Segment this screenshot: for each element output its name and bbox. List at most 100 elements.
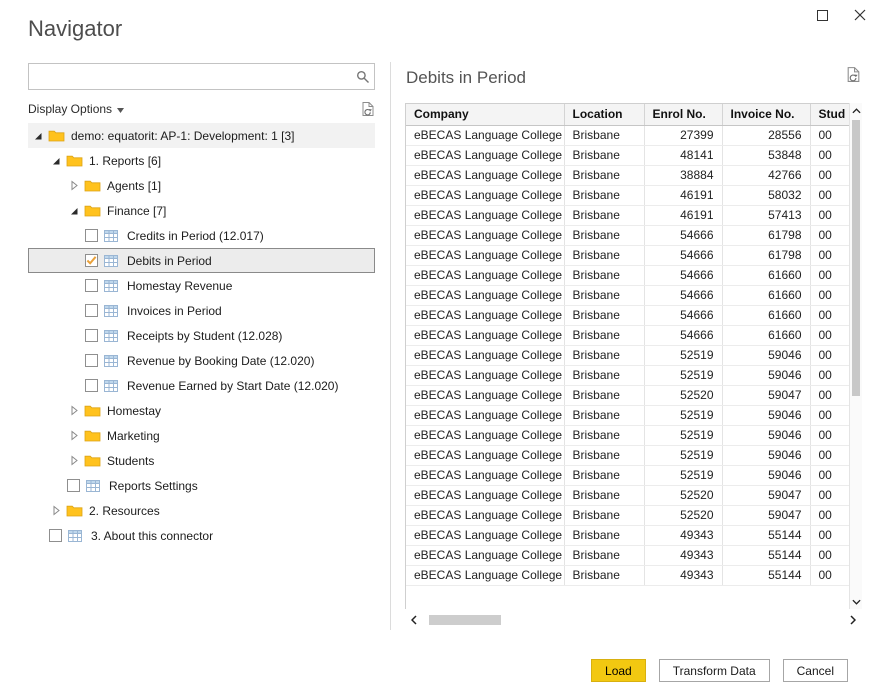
horizontal-scrollbar[interactable] (405, 611, 862, 629)
expand-icon[interactable] (67, 430, 81, 441)
checkbox[interactable] (85, 354, 98, 367)
tree-item-agents-1[interactable]: Agents [1] (28, 173, 375, 198)
checkbox[interactable] (85, 379, 98, 392)
scroll-right-icon[interactable] (844, 611, 862, 629)
refresh-icon[interactable] (361, 101, 375, 117)
tree-item-2-resources[interactable]: 2. Resources (28, 498, 375, 523)
search-icon[interactable] (352, 70, 374, 84)
table-cell: 00 (810, 425, 850, 445)
tree-item-marketing[interactable]: Marketing (28, 423, 375, 448)
horizontal-scroll-track[interactable] (423, 615, 844, 625)
table-cell: eBECAS Language College (406, 265, 564, 285)
table-cell: 00 (810, 405, 850, 425)
tree-item-label: Revenue Earned by Start Date (12.020) (127, 379, 338, 393)
table-cell: 52519 (644, 405, 722, 425)
vertical-scrollbar[interactable] (849, 103, 862, 609)
table-cell: 00 (810, 325, 850, 345)
tree-item-revenue-earned-by-start-date-12-020[interactable]: Revenue Earned by Start Date (12.020) (28, 373, 375, 398)
scroll-down-icon[interactable] (850, 594, 862, 609)
table-row: eBECAS Language CollegeBrisbane546666166… (406, 265, 850, 285)
tree-item-label: Receipts by Student (12.028) (127, 329, 282, 343)
checkbox[interactable] (85, 229, 98, 242)
table-cell: Brisbane (564, 485, 644, 505)
vertical-scroll-track[interactable] (850, 118, 862, 594)
checkbox[interactable] (85, 279, 98, 292)
tree-item-1-reports-6[interactable]: 1. Reports [6] (28, 148, 375, 173)
table-row: eBECAS Language CollegeBrisbane461915741… (406, 205, 850, 225)
table-cell: 59046 (722, 465, 810, 485)
expand-icon[interactable] (67, 405, 81, 416)
table-row: eBECAS Language CollegeBrisbane493435514… (406, 525, 850, 545)
cancel-button[interactable]: Cancel (783, 659, 848, 682)
table-cell: 57413 (722, 205, 810, 225)
expand-icon[interactable] (49, 505, 63, 516)
vertical-scroll-thumb[interactable] (852, 120, 860, 396)
tree-item-debits-in-period[interactable]: Debits in Period (28, 248, 375, 273)
table-cell: 00 (810, 205, 850, 225)
table-cell: eBECAS Language College (406, 465, 564, 485)
folder-icon (48, 129, 65, 142)
collapse-icon[interactable] (49, 156, 63, 166)
tree-item-reports-settings[interactable]: Reports Settings (28, 473, 375, 498)
checkbox[interactable] (49, 529, 62, 542)
table-cell: Brisbane (564, 505, 644, 525)
navigator-dialog: Navigator Display Options demo: equatori… (0, 0, 879, 699)
checkbox-checked[interactable] (85, 254, 98, 267)
table-cell: 00 (810, 525, 850, 545)
column-header: Invoice No. (722, 104, 810, 125)
dialog-title: Navigator (28, 16, 122, 42)
table-cell: 42766 (722, 165, 810, 185)
folder-icon (84, 179, 101, 192)
transform-data-button[interactable]: Transform Data (659, 659, 770, 682)
horizontal-scroll-thumb[interactable] (429, 615, 501, 625)
load-button[interactable]: Load (591, 659, 646, 682)
tree-item-revenue-by-booking-date-12-020[interactable]: Revenue by Booking Date (12.020) (28, 348, 375, 373)
checkbox[interactable] (85, 304, 98, 317)
table-cell: 00 (810, 305, 850, 325)
close-icon[interactable] (852, 7, 868, 23)
checkbox[interactable] (67, 479, 80, 492)
tree-item-finance-7[interactable]: Finance [7] (28, 198, 375, 223)
table-cell: Brisbane (564, 285, 644, 305)
table-cell: 00 (810, 285, 850, 305)
collapse-icon[interactable] (31, 131, 45, 141)
tree-item-label: Reports Settings (109, 479, 198, 493)
table-cell: Brisbane (564, 525, 644, 545)
preview-refresh-icon[interactable] (846, 66, 861, 88)
table-cell: 54666 (644, 305, 722, 325)
tree-item-demo-equatorit-ap-1-development-1-3[interactable]: demo: equatorit: AP-1: Development: 1 [3… (28, 123, 375, 148)
tree-item-receipts-by-student-12-028[interactable]: Receipts by Student (12.028) (28, 323, 375, 348)
table-cell: Brisbane (564, 365, 644, 385)
table-cell: 00 (810, 465, 850, 485)
table-cell: 59046 (722, 445, 810, 465)
table-cell: 52520 (644, 385, 722, 405)
table-cell: eBECAS Language College (406, 365, 564, 385)
tree-item-students[interactable]: Students (28, 448, 375, 473)
expand-icon[interactable] (67, 180, 81, 191)
tree-item-invoices-in-period[interactable]: Invoices in Period (28, 298, 375, 323)
expand-icon[interactable] (67, 455, 81, 466)
tree-item-label: 1. Reports [6] (89, 154, 161, 168)
folder-icon (84, 404, 101, 417)
folder-icon (84, 429, 101, 442)
display-options-dropdown[interactable]: Display Options (28, 102, 124, 116)
table-row: eBECAS Language CollegeBrisbane525205904… (406, 385, 850, 405)
table-cell: 00 (810, 365, 850, 385)
tree-item-homestay[interactable]: Homestay (28, 398, 375, 423)
table-cell: 46191 (644, 205, 722, 225)
collapse-icon[interactable] (67, 206, 81, 216)
scroll-up-icon[interactable] (850, 103, 862, 118)
maximize-icon[interactable] (814, 7, 830, 23)
checkbox[interactable] (85, 329, 98, 342)
scroll-left-icon[interactable] (405, 611, 423, 629)
table-row: eBECAS Language CollegeBrisbane525195904… (406, 405, 850, 425)
tree-item-homestay-revenue[interactable]: Homestay Revenue (28, 273, 375, 298)
table-cell: 61660 (722, 325, 810, 345)
table-cell: 00 (810, 545, 850, 565)
table-cell: 00 (810, 445, 850, 465)
search-input[interactable] (29, 64, 352, 89)
tree-item-3-about-this-connector[interactable]: 3. About this connector (28, 523, 375, 548)
tree-item-label: Invoices in Period (127, 304, 222, 318)
table-cell: eBECAS Language College (406, 405, 564, 425)
tree-item-credits-in-period-12-017[interactable]: Credits in Period (12.017) (28, 223, 375, 248)
